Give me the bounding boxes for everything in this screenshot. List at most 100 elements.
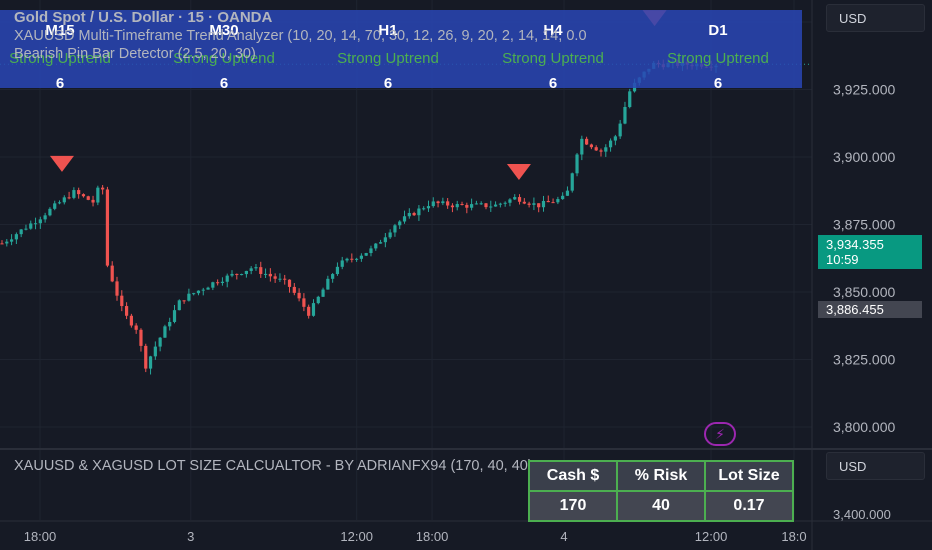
candle-body: [101, 187, 105, 190]
candle-body: [431, 201, 435, 207]
risk-value: 40: [616, 490, 706, 522]
tf-trend-h1: Strong Uptrend: [337, 50, 439, 67]
candle-body: [187, 293, 191, 301]
lot-size-header: Lot Size: [704, 460, 794, 492]
candle-body: [105, 189, 110, 266]
candle-body: [407, 213, 411, 217]
candle-body: [182, 300, 186, 302]
candle-body: [465, 204, 469, 208]
candle-body: [321, 289, 325, 297]
lot-calculator-title[interactable]: XAUUSD & XAGUSD LOT SIZE CALCUALTOR - BY…: [14, 458, 533, 474]
candle-body: [455, 203, 459, 208]
candle-body: [24, 228, 28, 230]
candle-body: [91, 199, 95, 203]
candle-body: [230, 273, 234, 276]
candle-body: [580, 138, 584, 155]
candle-body: [441, 201, 445, 204]
lightning-icon[interactable]: ⚡: [704, 422, 736, 446]
candle-body: [177, 300, 181, 311]
candle-body: [608, 140, 613, 148]
candle-body: [599, 150, 603, 152]
candle-body: [340, 260, 344, 267]
candle-body: [235, 273, 239, 275]
candle-body: [115, 281, 119, 296]
candle-body: [134, 325, 138, 330]
candle-body: [62, 197, 66, 203]
tf-score-m15: 6: [55, 75, 65, 92]
tf-score-m30: 6: [219, 75, 229, 92]
candle-body: [570, 173, 574, 191]
candle-body: [628, 91, 632, 107]
candle-body: [96, 187, 100, 203]
y-tick-label: 3,800.000: [833, 419, 895, 435]
candle-body: [216, 282, 220, 284]
candle-body: [393, 225, 397, 233]
candle-body: [575, 154, 579, 174]
candle-body: [474, 203, 479, 205]
candle-body: [364, 253, 368, 256]
x-tick-label: 18:00: [24, 529, 57, 544]
candle-body: [0, 243, 4, 245]
candle-body: [565, 190, 570, 196]
candle-body: [517, 197, 522, 202]
current-price-tag: 3,934.355 10:59: [818, 235, 922, 269]
candle-body: [470, 204, 474, 208]
candle-body: [287, 279, 292, 287]
candle-body: [412, 213, 416, 216]
candle-body: [249, 268, 253, 271]
currency-button-bottom[interactable]: USD: [826, 452, 925, 480]
candle-body: [479, 203, 483, 205]
candle-body: [498, 203, 502, 205]
lot-size-value: 0.17: [704, 490, 794, 522]
candle-body: [33, 223, 38, 225]
candle-body: [604, 147, 608, 152]
y-tick-label: 3,925.000: [833, 82, 895, 98]
candle-body: [302, 298, 306, 307]
currency-button-top[interactable]: USD: [826, 4, 925, 32]
candle-body: [446, 201, 450, 206]
candle-body: [144, 345, 148, 369]
candle-body: [522, 201, 526, 204]
candle-body: [503, 202, 507, 204]
candle-body: [120, 295, 124, 307]
candle-body: [43, 215, 47, 220]
candle-body: [460, 203, 464, 205]
x-tick-label: 4: [560, 529, 567, 544]
x-tick-label: 18:00: [416, 529, 449, 544]
candle-body: [623, 106, 627, 124]
candle-body: [388, 232, 392, 238]
candle-body: [220, 281, 225, 283]
indicator-trend-analyzer-label[interactable]: XAUUSD Multi-Timeframe Trend Analyzer (1…: [14, 28, 587, 44]
candle-body: [551, 202, 555, 204]
candle-body: [283, 278, 287, 280]
candle-body: [398, 221, 402, 226]
candle-body: [532, 203, 536, 205]
candle-body: [239, 274, 244, 276]
candle-body: [594, 147, 598, 151]
candle-body: [546, 200, 550, 203]
candle-body: [436, 201, 440, 204]
candle-body: [335, 266, 340, 275]
candle-body: [292, 286, 296, 293]
y-tick-label: 3,875.000: [833, 217, 895, 233]
candle-body: [67, 197, 71, 199]
indicator-pin-bar-label[interactable]: Bearish Pin Bar Detector (2.5, 20, 30): [14, 46, 256, 62]
tf-score-h1: 6: [383, 75, 393, 92]
candle-body: [355, 258, 359, 260]
tf-score-d1: 6: [713, 75, 723, 92]
candle-body: [417, 208, 421, 216]
symbol-title[interactable]: Gold Spot / U.S. Dollar · 15 · OANDA: [14, 9, 272, 26]
lower-pane-tick: 3,400.000: [833, 507, 891, 522]
candle-body: [383, 237, 387, 243]
candle-body: [273, 276, 277, 279]
candle-body: [585, 138, 589, 145]
candle-body: [148, 356, 153, 369]
candle-body: [613, 136, 617, 141]
candle-body: [129, 315, 133, 326]
candle-body: [153, 346, 157, 357]
current-price-label: 3,934.355: [826, 237, 884, 252]
candle-body: [297, 292, 301, 299]
candle-body: [211, 282, 215, 288]
candle-body: [422, 208, 426, 210]
candle-body: [426, 206, 431, 209]
